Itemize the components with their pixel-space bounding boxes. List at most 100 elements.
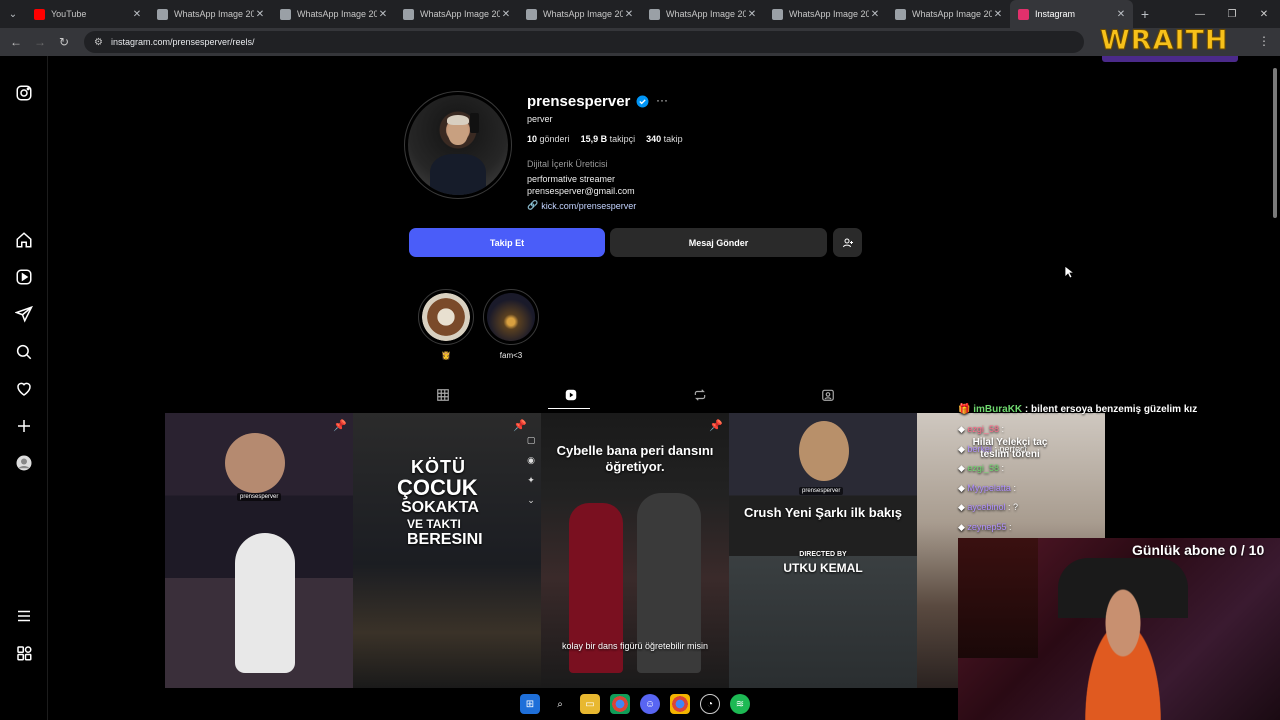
browser-tab[interactable]: WhatsApp Image 202 ✕ xyxy=(764,0,887,28)
site-info-icon[interactable]: ⚙ xyxy=(94,37,103,48)
browser-tab[interactable]: WhatsApp Image 202 ✕ xyxy=(272,0,395,28)
globe-icon xyxy=(895,8,906,20)
browser-tab[interactable]: WhatsApp Image 202 ✕ xyxy=(887,0,1010,28)
close-tab-icon[interactable]: ✕ xyxy=(254,9,266,20)
close-tab-icon[interactable]: ✕ xyxy=(746,9,758,20)
stream-chat-highlight: 🎁 imBuraKK : bilent ersoya benzemiş güze… xyxy=(958,404,1280,415)
new-tab-button[interactable]: + xyxy=(1133,6,1157,22)
url-field[interactable]: ⚙ instagram.com/prensesperver/reels/ xyxy=(84,31,1084,53)
obs-icon[interactable]: ◔ xyxy=(700,694,720,714)
chat-username: ezgi_58 xyxy=(967,463,999,473)
more-chevron-icon[interactable]: ⌄ xyxy=(527,495,535,506)
chrome-icon[interactable] xyxy=(610,694,630,714)
grid-icon xyxy=(437,389,449,401)
reel-thumbnail[interactable]: KÖTÜ ÇOCUK SOKAKTA VE TAKTI BERESINI 📌 ▢… xyxy=(353,413,541,688)
reel-thumbnail[interactable]: prensesperver Crush Yeni Şarkı ilk bakış… xyxy=(729,413,917,688)
music-icon[interactable]: ◉ xyxy=(527,455,535,466)
close-tab-icon[interactable]: ✕ xyxy=(869,9,881,20)
sticker-icon[interactable]: ▢ xyxy=(527,435,536,446)
profile-tabs xyxy=(408,388,863,408)
spotify-icon[interactable]: ≋ xyxy=(730,694,750,714)
reels-icon[interactable] xyxy=(14,267,34,287)
browser-tab[interactable]: WhatsApp Image 202 ✕ xyxy=(149,0,272,28)
notifications-heart-icon[interactable] xyxy=(14,379,34,399)
reel-thumbnail[interactable]: Cybelle bana peri dansını öğretiyor. kol… xyxy=(541,413,729,688)
close-tab-icon[interactable]: ✕ xyxy=(500,9,512,20)
close-window-button[interactable]: ✕ xyxy=(1248,9,1280,20)
chat-username: imBuraKK xyxy=(973,404,1023,415)
reel-caption: ÇOCUK xyxy=(397,475,478,500)
pin-icon: 📌 xyxy=(333,420,347,432)
options-ellipsis-icon[interactable]: ··· xyxy=(656,93,668,107)
close-tab-icon[interactable]: ✕ xyxy=(377,9,389,20)
scrollbar-thumb[interactable] xyxy=(1273,68,1277,218)
followers-count[interactable]: 15,9 B takipçi xyxy=(581,134,636,144)
close-tab-icon[interactable]: ✕ xyxy=(131,9,143,20)
tagged-icon xyxy=(822,389,834,401)
story-highlight[interactable]: fam<3 xyxy=(483,289,539,360)
follow-button[interactable]: Takip Et xyxy=(409,228,605,257)
following-count[interactable]: 340 takip xyxy=(646,134,683,144)
chat-message: 🎁 imBuraKK : bilent ersoya benzemiş güze… xyxy=(958,404,1280,415)
reload-button[interactable]: ↻ xyxy=(52,35,76,49)
profile-stats: 10 gönderi 15,9 B takipçi 340 takip xyxy=(527,134,683,144)
browser-tab[interactable]: WhatsApp Image 202 ✕ xyxy=(518,0,641,28)
file-explorer-icon[interactable]: ▭ xyxy=(580,694,600,714)
forward-button[interactable]: → xyxy=(28,35,52,49)
create-plus-icon[interactable] xyxy=(14,416,34,436)
reel-thumbnail[interactable]: prensesperver 📌 xyxy=(165,413,353,688)
reel-caption: SOKAKTA xyxy=(401,499,479,516)
close-tab-icon[interactable]: ✕ xyxy=(1115,9,1127,20)
subscriber-goal: Günlük abone 0 / 10 xyxy=(1132,542,1265,558)
tab-title: WhatsApp Image 202 xyxy=(297,9,377,19)
messages-icon[interactable] xyxy=(14,304,34,324)
chat-text: : xyxy=(1013,482,1016,493)
search-icon[interactable] xyxy=(14,342,34,362)
instagram-sidebar xyxy=(0,56,48,720)
message-button[interactable]: Mesaj Gönder xyxy=(610,228,827,257)
taskbar-search-icon[interactable]: ⌕ xyxy=(550,694,570,714)
dancer-figure xyxy=(235,533,295,673)
instagram-logo-icon[interactable] xyxy=(14,83,34,103)
close-tab-icon[interactable]: ✕ xyxy=(992,9,1004,20)
profile-avatar[interactable] xyxy=(404,91,512,199)
home-icon[interactable] xyxy=(14,230,34,250)
tab-tagged[interactable] xyxy=(793,388,863,408)
more-apps-icon[interactable] xyxy=(14,643,34,663)
page-scrollbar[interactable] xyxy=(1272,58,1278,720)
profile-link-text[interactable]: kick.com/prensesperver xyxy=(541,201,636,211)
chrome-icon[interactable] xyxy=(670,694,690,714)
profile-link[interactable]: 🔗 kick.com/prensesperver xyxy=(527,200,636,211)
globe-icon xyxy=(649,8,660,20)
browser-tab[interactable]: YouTube ✕ xyxy=(26,0,149,28)
back-button[interactable]: ← xyxy=(4,35,28,49)
menu-hamburger-icon[interactable] xyxy=(14,606,34,626)
tab-posts[interactable] xyxy=(408,388,478,408)
suggest-user-button[interactable] xyxy=(833,228,862,257)
highlight-label: 👸 xyxy=(441,351,451,360)
instagram-icon xyxy=(1018,8,1029,20)
restore-button[interactable]: ❐ xyxy=(1216,9,1248,20)
story-highlight[interactable]: 👸 xyxy=(418,289,474,360)
profile-avatar-icon[interactable] xyxy=(14,453,34,473)
browser-tab[interactable]: WhatsApp Image 202 ✕ xyxy=(641,0,764,28)
reel-face xyxy=(799,421,849,481)
profile-username: prensesperver xyxy=(527,93,649,110)
chat-text: : xyxy=(1001,424,1004,434)
tab-reposts[interactable] xyxy=(665,388,735,408)
discord-icon[interactable]: ☺ xyxy=(640,694,660,714)
browser-tab[interactable]: WhatsApp Image 202 ✕ xyxy=(395,0,518,28)
tab-title: WhatsApp Image 202 xyxy=(420,9,500,19)
effects-icon[interactable]: ✦ xyxy=(527,475,535,486)
streamer-figure xyxy=(1068,578,1178,720)
windows-taskbar: ⊞ ⌕ ▭ ☺ ◔ ≋ xyxy=(520,692,750,716)
minimize-button[interactable]: — xyxy=(1184,9,1216,20)
window-controls: — ❐ ✕ xyxy=(1184,9,1280,20)
browser-tab[interactable]: Instagram ✕ xyxy=(1010,0,1133,28)
start-icon[interactable]: ⊞ xyxy=(520,694,540,714)
tab-reels[interactable] xyxy=(536,388,606,408)
close-tab-icon[interactable]: ✕ xyxy=(623,9,635,20)
mouse-cursor-icon xyxy=(1064,265,1074,279)
browser-menu-icon[interactable]: ⋮ xyxy=(1258,34,1270,48)
tab-search-icon[interactable]: ⌄ xyxy=(0,0,26,28)
